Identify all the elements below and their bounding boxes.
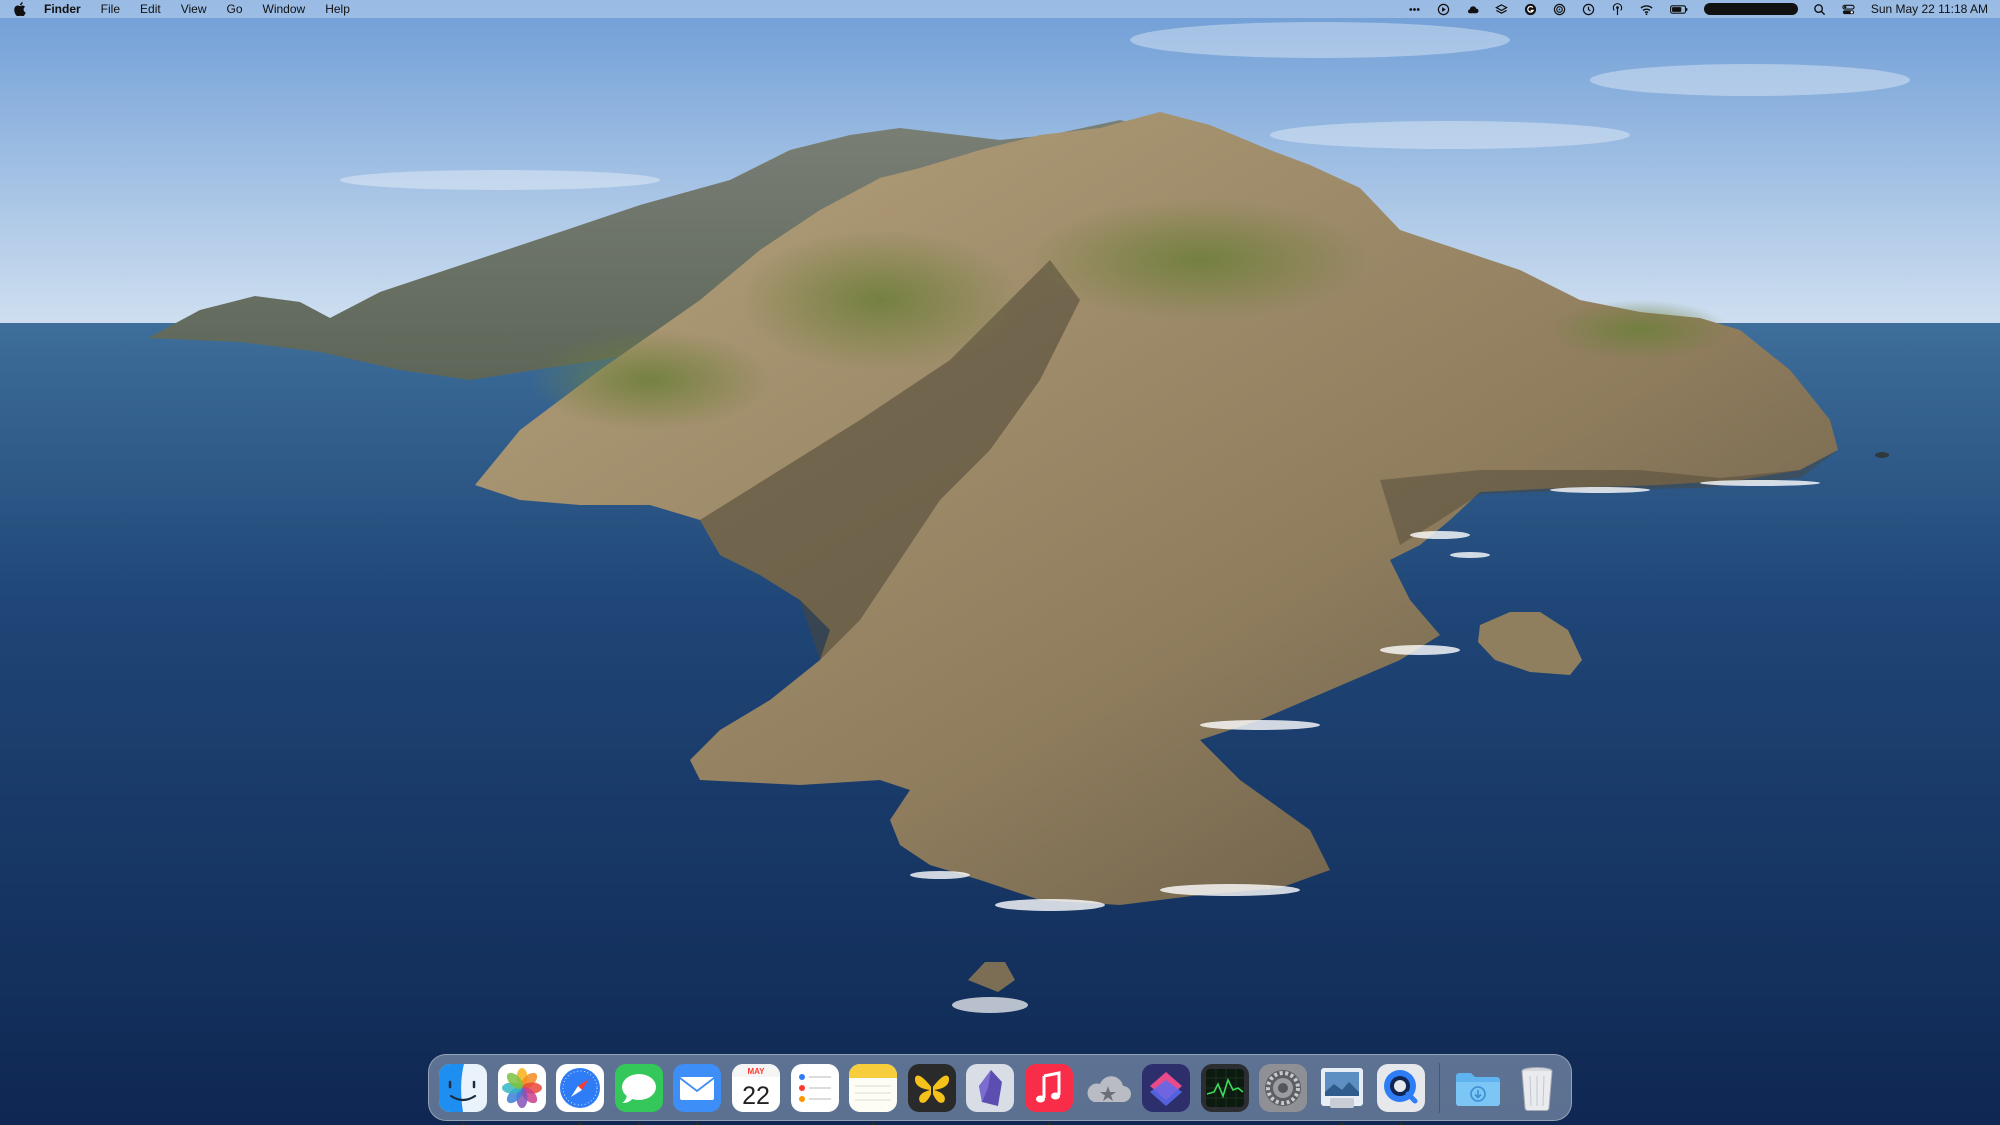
menu-help[interactable]: Help bbox=[315, 0, 360, 18]
dock-system-preferences[interactable] bbox=[1257, 1062, 1309, 1114]
cloud-icon[interactable] bbox=[1466, 2, 1480, 16]
dock-quicktime[interactable] bbox=[1375, 1062, 1427, 1125]
notes-icon bbox=[849, 1063, 898, 1112]
more-icon[interactable] bbox=[1408, 2, 1422, 16]
calendar-icon: MAY 22 bbox=[731, 1063, 780, 1112]
running-indicator bbox=[1398, 1121, 1403, 1125]
dock-photos[interactable] bbox=[496, 1062, 548, 1114]
control-center-icon[interactable] bbox=[1842, 2, 1856, 16]
menu-go[interactable]: Go bbox=[217, 0, 253, 18]
running-indicator bbox=[1339, 1121, 1344, 1125]
trash-icon bbox=[1521, 1066, 1553, 1111]
dock-obsidian[interactable] bbox=[964, 1062, 1016, 1114]
calendar-day: 22 bbox=[742, 1082, 770, 1110]
dock-cloud-app[interactable] bbox=[1082, 1062, 1134, 1114]
status-pill[interactable] bbox=[1703, 3, 1798, 15]
menu-app-name[interactable]: Finder bbox=[34, 0, 91, 18]
dock-calendar[interactable]: MAY 22 bbox=[730, 1062, 782, 1114]
menu-bar-left: Finder File Edit View Go Window Help bbox=[0, 0, 360, 18]
menu-bar-extras: Sun May 22 11:18 AM bbox=[1408, 0, 1988, 18]
airdrop-icon[interactable] bbox=[1611, 2, 1625, 16]
wifi-icon[interactable] bbox=[1640, 2, 1654, 16]
menu-edit[interactable]: Edit bbox=[130, 0, 171, 18]
dock-trash[interactable] bbox=[1511, 1062, 1563, 1114]
menu-bar: Finder File Edit View Go Window Help Sun… bbox=[0, 0, 2000, 18]
dock-music[interactable] bbox=[1023, 1062, 1075, 1125]
butterfly-icon bbox=[907, 1063, 956, 1112]
running-indicator bbox=[578, 1121, 583, 1125]
photos-icon bbox=[497, 1063, 546, 1112]
dock-tes[interactable] bbox=[906, 1062, 958, 1114]
dock-preview[interactable] bbox=[1316, 1062, 1368, 1125]
play-icon[interactable] bbox=[1437, 2, 1451, 16]
dock: MAY 22 bbox=[428, 1054, 1572, 1125]
shortcuts-icon bbox=[1142, 1063, 1191, 1112]
mail-icon bbox=[673, 1063, 722, 1112]
battery-icon[interactable] bbox=[1669, 2, 1689, 16]
time-machine-icon[interactable] bbox=[1582, 2, 1596, 16]
dock-mail[interactable] bbox=[671, 1062, 723, 1125]
preview-icon bbox=[1320, 1067, 1363, 1108]
reminders-icon bbox=[790, 1063, 839, 1112]
spotlight-icon[interactable] bbox=[1813, 2, 1827, 16]
dock-notes[interactable] bbox=[847, 1062, 899, 1125]
music-icon bbox=[1024, 1063, 1073, 1112]
dock-messages[interactable] bbox=[613, 1062, 665, 1125]
dock-safari[interactable] bbox=[554, 1062, 606, 1125]
desktop-wallpaper bbox=[0, 0, 2000, 1125]
running-indicator bbox=[636, 1121, 641, 1125]
dock-reminders[interactable] bbox=[789, 1062, 841, 1114]
dock-shortcuts[interactable] bbox=[1140, 1062, 1192, 1114]
obsidian-icon bbox=[966, 1063, 1015, 1112]
running-indicator bbox=[871, 1121, 876, 1125]
dock-downloads-stack[interactable] bbox=[1452, 1062, 1504, 1114]
menu-file[interactable]: File bbox=[91, 0, 130, 18]
apple-icon[interactable] bbox=[14, 2, 26, 16]
activity-monitor-icon bbox=[1200, 1063, 1249, 1112]
downloads-folder-icon bbox=[1456, 1072, 1501, 1106]
running-indicator bbox=[461, 1121, 465, 1125]
dock-finder[interactable] bbox=[437, 1062, 489, 1125]
finder-icon bbox=[439, 1063, 487, 1112]
dock-separator bbox=[1439, 1062, 1441, 1113]
cloud-star-icon bbox=[1087, 1075, 1131, 1102]
dock-activity-monitor[interactable] bbox=[1199, 1062, 1251, 1114]
quicktime-icon bbox=[1376, 1063, 1425, 1112]
layers-icon[interactable] bbox=[1495, 2, 1509, 16]
menu-view[interactable]: View bbox=[171, 0, 217, 18]
gear-icon bbox=[1259, 1063, 1308, 1112]
grammarly-icon[interactable] bbox=[1524, 2, 1538, 16]
fingerprint-icon[interactable] bbox=[1553, 2, 1567, 16]
menu-window[interactable]: Window bbox=[253, 0, 316, 18]
messages-icon bbox=[614, 1063, 663, 1112]
safari-icon bbox=[556, 1063, 605, 1112]
menu-bar-clock[interactable]: Sun May 22 11:18 AM bbox=[1871, 2, 1988, 16]
running-indicator bbox=[1046, 1121, 1051, 1125]
calendar-month: MAY bbox=[747, 1067, 765, 1076]
